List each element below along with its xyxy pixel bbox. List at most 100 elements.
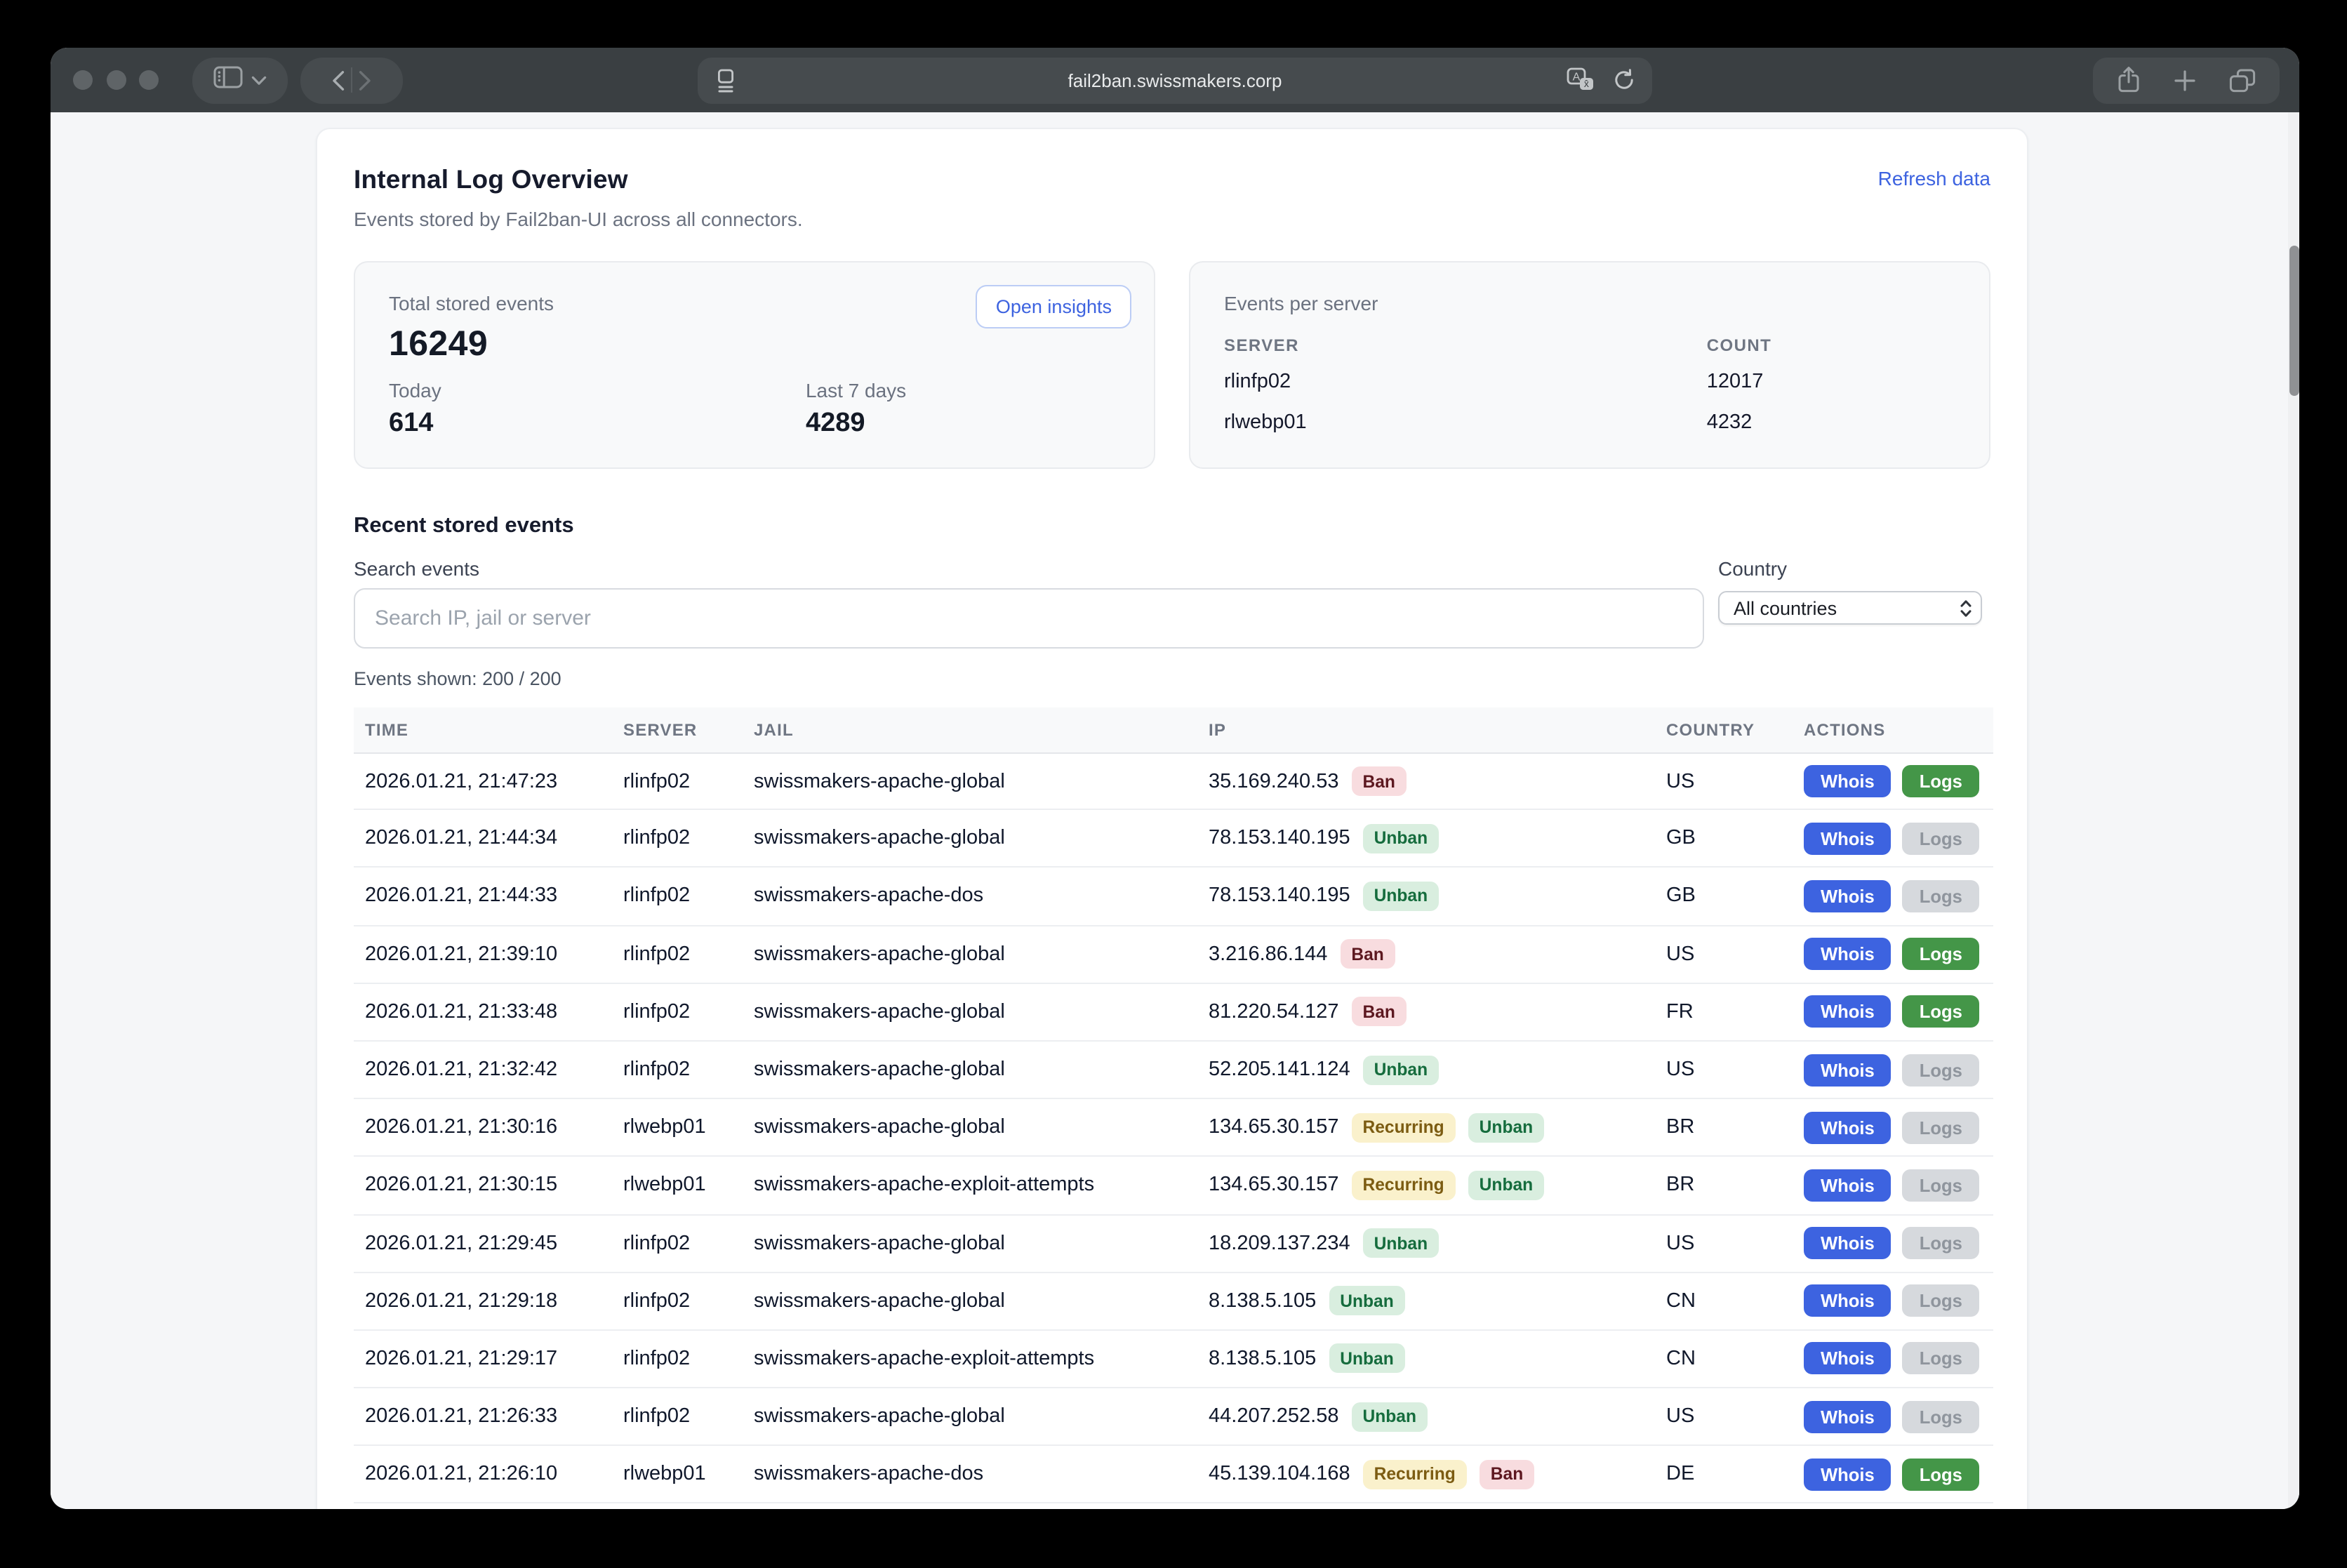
whois-button[interactable]: Whois <box>1804 1227 1891 1259</box>
event-country: BR <box>1666 1116 1804 1138</box>
table-row: 2026.01.21, 21:33:48 rlinfp02 swissmaker… <box>354 984 1993 1042</box>
event-ip-cell: 81.220.54.127 Ban <box>1209 997 1666 1027</box>
logs-button[interactable]: Logs <box>1903 823 1979 855</box>
whois-button[interactable]: Whois <box>1804 1111 1891 1143</box>
event-server: rlinfp02 <box>623 770 754 792</box>
count-column-header: COUNT <box>1707 335 1955 371</box>
whois-button[interactable]: Whois <box>1804 823 1891 855</box>
logs-button[interactable]: Logs <box>1903 938 1979 970</box>
whois-button[interactable]: Whois <box>1804 1343 1891 1375</box>
event-badges: Unban <box>1363 1055 1440 1084</box>
event-ip: 44.207.252.58 <box>1209 1405 1338 1428</box>
event-jail: swissmakers-apache-global <box>754 943 1209 965</box>
tab-overview-icon[interactable] <box>2229 68 2256 92</box>
logs-button[interactable]: Logs <box>1903 1343 1979 1375</box>
event-server: rlinfp02 <box>623 1405 754 1428</box>
logs-button[interactable]: Logs <box>1903 765 1979 797</box>
back-button[interactable] <box>331 69 345 91</box>
whois-button[interactable]: Whois <box>1804 938 1891 970</box>
logs-button[interactable]: Logs <box>1903 1285 1979 1317</box>
unban-badge: Unban <box>1468 1171 1545 1200</box>
whois-button[interactable]: Whois <box>1804 1400 1891 1433</box>
minimize-window-button[interactable] <box>106 70 126 90</box>
country-select[interactable]: All countries <box>1718 591 1982 625</box>
unban-badge: Unban <box>1363 1055 1440 1084</box>
event-badges: Unban <box>1363 1228 1440 1258</box>
event-badges: Unban <box>1329 1287 1405 1316</box>
country-label: Country <box>1718 556 1982 581</box>
event-ip-cell: 78.153.140.195 Unban <box>1209 882 1666 911</box>
navigation-buttons <box>300 57 403 103</box>
event-ip-cell: 134.65.30.157 RecurringUnban <box>1209 1112 1666 1142</box>
address-bar[interactable]: fail2ban.swissmakers.corp Ax̂ <box>698 57 1652 103</box>
event-badges: Ban <box>1351 766 1406 796</box>
scrollbar-track[interactable] <box>2288 112 2299 1509</box>
event-time: 2026.01.21, 21:33:48 <box>365 1001 623 1023</box>
whois-button[interactable]: Whois <box>1804 880 1891 912</box>
forward-button[interactable] <box>358 69 372 91</box>
event-time: 2026.01.21, 21:29:18 <box>365 1290 623 1313</box>
event-actions: Whois Logs <box>1804 1459 1993 1491</box>
event-ip: 134.65.30.157 <box>1209 1174 1338 1197</box>
svg-text:x̂: x̂ <box>1584 77 1589 88</box>
today-label: Today <box>389 378 806 403</box>
whois-button[interactable]: Whois <box>1804 1459 1891 1491</box>
logs-button[interactable]: Logs <box>1903 1054 1979 1086</box>
svg-text:A: A <box>1573 70 1581 82</box>
whois-button[interactable]: Whois <box>1804 1169 1891 1202</box>
logs-button[interactable]: Logs <box>1903 880 1979 912</box>
col-ip: IP <box>1209 720 1666 740</box>
logs-button[interactable]: Logs <box>1903 1400 1979 1433</box>
open-insights-button[interactable]: Open insights <box>976 285 1131 328</box>
new-tab-icon[interactable] <box>2174 69 2195 91</box>
event-ip-cell: 8.138.5.105 Unban <box>1209 1287 1666 1316</box>
event-jail: swissmakers-apache-global <box>754 1290 1209 1313</box>
event-jail: swissmakers-apache-dos <box>754 1463 1209 1486</box>
event-country: BR <box>1666 1174 1804 1197</box>
event-actions: Whois Logs <box>1804 1111 1993 1143</box>
event-jail: swissmakers-apache-global <box>754 1116 1209 1138</box>
event-time: 2026.01.21, 21:32:42 <box>365 1058 623 1081</box>
whois-button[interactable]: Whois <box>1804 765 1891 797</box>
share-icon[interactable] <box>2117 66 2141 94</box>
table-row: 2026.01.21, 21:44:33 rlinfp02 swissmaker… <box>354 868 1993 926</box>
zoom-window-button[interactable] <box>139 70 159 90</box>
ban-badge: Ban <box>1351 766 1406 796</box>
event-actions: Whois Logs <box>1804 880 1993 912</box>
logs-button[interactable]: Logs <box>1903 1227 1979 1259</box>
logs-button[interactable]: Logs <box>1903 996 1979 1028</box>
event-country: CN <box>1666 1290 1804 1313</box>
event-time: 2026.01.21, 21:47:23 <box>365 770 623 792</box>
event-country: US <box>1666 1058 1804 1081</box>
search-input[interactable] <box>354 588 1704 649</box>
event-country: GB <box>1666 885 1804 908</box>
whois-button[interactable]: Whois <box>1804 1054 1891 1086</box>
event-ip: 3.216.86.144 <box>1209 943 1327 965</box>
event-ip-cell: 3.216.86.144 Ban <box>1209 939 1666 969</box>
reload-icon[interactable] <box>1613 68 1635 98</box>
logs-button[interactable]: Logs <box>1903 1169 1979 1202</box>
event-ip: 18.209.137.234 <box>1209 1232 1350 1254</box>
logs-button[interactable]: Logs <box>1903 1111 1979 1143</box>
event-ip: 45.139.104.168 <box>1209 1463 1350 1486</box>
logs-button[interactable]: Logs <box>1903 1459 1979 1491</box>
scrollbar-thumb[interactable] <box>2289 246 2299 396</box>
event-ip: 52.205.141.124 <box>1209 1058 1350 1081</box>
translate-icon[interactable]: Ax̂ <box>1567 67 1595 99</box>
sidebar-toggle-button[interactable] <box>192 57 288 103</box>
col-time: TIME <box>365 720 623 740</box>
event-server: rlinfp02 <box>623 828 754 850</box>
event-actions: Whois Logs <box>1804 1343 1993 1375</box>
unban-badge: Unban <box>1363 1228 1440 1258</box>
whois-button[interactable]: Whois <box>1804 1285 1891 1317</box>
refresh-data-link[interactable]: Refresh data <box>1878 167 1990 190</box>
close-window-button[interactable] <box>73 70 93 90</box>
chevron-down-icon <box>251 67 267 93</box>
whois-button[interactable]: Whois <box>1804 996 1891 1028</box>
event-time: 2026.01.21, 21:29:17 <box>365 1348 623 1370</box>
event-ip-cell: 45.139.104.168 RecurringBan <box>1209 1460 1666 1489</box>
event-server: rlinfp02 <box>623 1232 754 1254</box>
event-ip-cell: 52.205.141.124 Unban <box>1209 1055 1666 1084</box>
events-per-server-card: Events per server SERVER COUNT rlinfp02 … <box>1189 261 1990 469</box>
web-page: Internal Log Overview Events stored by F… <box>51 112 2299 1509</box>
